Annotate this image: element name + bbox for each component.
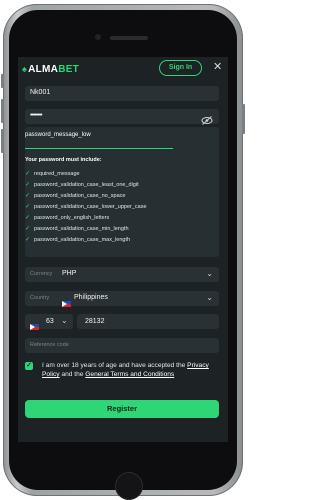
- phone-number-input[interactable]: 28132: [77, 314, 219, 329]
- password-field[interactable]: ••••••••: [25, 109, 219, 125]
- rule-text: password_validation_case_lower_upper_cas…: [34, 204, 147, 210]
- chevron-down-icon: ⌄: [61, 316, 68, 325]
- logo-text-suffix: BET: [58, 64, 80, 75]
- rule-text: password_validation_case_max_length: [34, 237, 131, 243]
- currency-label: Currency: [30, 271, 53, 277]
- terms-and: and the: [61, 371, 84, 378]
- reference-code-input[interactable]: Reference code: [25, 338, 219, 353]
- password-rule-item: ✓ password_validation_case_lower_upper_ca…: [25, 203, 147, 210]
- check-icon: ✓: [25, 171, 31, 177]
- password-strength-bar: [25, 148, 173, 149]
- password-strength-message: password_message_low: [25, 132, 91, 138]
- power-button: [242, 104, 245, 134]
- rule-text: password_validation_case_no_space: [34, 193, 126, 199]
- rule-text: password_validation_case_min_length: [34, 226, 129, 232]
- app-screen: ♠ALMABET Sign In ✕ Nk001 •••••••• passwo…: [18, 57, 228, 442]
- check-icon: ✓: [25, 215, 31, 221]
- chevron-down-icon: ⌄: [206, 269, 213, 278]
- rule-text: password_only_english_letters: [34, 215, 110, 221]
- username-value: Nk001: [30, 89, 51, 96]
- sign-in-button[interactable]: Sign In: [159, 60, 202, 76]
- check-icon: ✓: [25, 226, 31, 232]
- terms-conditions-link[interactable]: General Terms and Conditions: [85, 371, 174, 378]
- volume-up-button: [1, 99, 4, 123]
- phone-code-value: 63: [46, 318, 54, 325]
- username-field[interactable]: Nk001: [25, 86, 219, 101]
- philippines-flag-icon: [62, 295, 71, 313]
- password-rule-item: ✓ password_only_english_letters: [25, 214, 109, 221]
- chevron-down-icon: ⌄: [206, 293, 213, 302]
- phone-code-select[interactable]: 63 ⌄: [25, 314, 73, 330]
- philippines-flag-icon: [30, 318, 39, 336]
- brand-logo[interactable]: ♠ALMABET: [22, 64, 79, 75]
- country-value: Philippines: [74, 294, 108, 301]
- country-label: Country: [30, 295, 50, 301]
- terms-prefix: I am over 18 years of age and have accep…: [42, 362, 186, 369]
- check-icon: ✓: [25, 204, 31, 210]
- header-bar: ♠ALMABET Sign In ✕: [18, 57, 228, 83]
- logo-text-prefix: ALMA: [28, 64, 59, 75]
- home-button[interactable]: [115, 472, 143, 500]
- terms-checkbox[interactable]: ✓: [25, 362, 33, 370]
- currency-select[interactable]: Currency PHP ⌄: [25, 267, 219, 282]
- check-icon: ✓: [25, 237, 31, 243]
- password-rule-item: ✓ password_validation_case_no_space: [25, 192, 125, 199]
- password-rules-title: Your password must include:: [25, 157, 102, 163]
- close-icon[interactable]: ✕: [213, 61, 222, 73]
- country-select[interactable]: Country Philippines ⌄: [25, 291, 219, 307]
- phone-number-value: 28132: [85, 318, 105, 325]
- password-value: ••••••••: [30, 112, 43, 119]
- rule-text: password_validation_case_least_one_digit: [34, 182, 139, 188]
- password-rule-item: ✓ password_validation_case_max_length: [25, 236, 130, 243]
- terms-text: I am over 18 years of age and have accep…: [42, 361, 226, 379]
- check-icon: ✓: [25, 182, 31, 188]
- front-camera: [95, 34, 101, 40]
- password-rule-item: ✓ required_message: [25, 170, 80, 177]
- rule-text: required_message: [34, 171, 80, 177]
- check-icon: ✓: [25, 193, 31, 199]
- logo-spade-icon: ♠: [22, 64, 28, 74]
- mute-switch: [1, 74, 4, 88]
- volume-down-button: [1, 129, 4, 153]
- earpiece-speaker: [110, 36, 148, 40]
- password-rule-item: ✓ password_validation_case_min_length: [25, 225, 129, 232]
- currency-value: PHP: [62, 270, 77, 277]
- password-rule-item: ✓ password_validation_case_least_one_digi…: [25, 181, 139, 188]
- register-button[interactable]: Register: [25, 400, 219, 418]
- reference-code-placeholder: Reference code: [30, 342, 69, 348]
